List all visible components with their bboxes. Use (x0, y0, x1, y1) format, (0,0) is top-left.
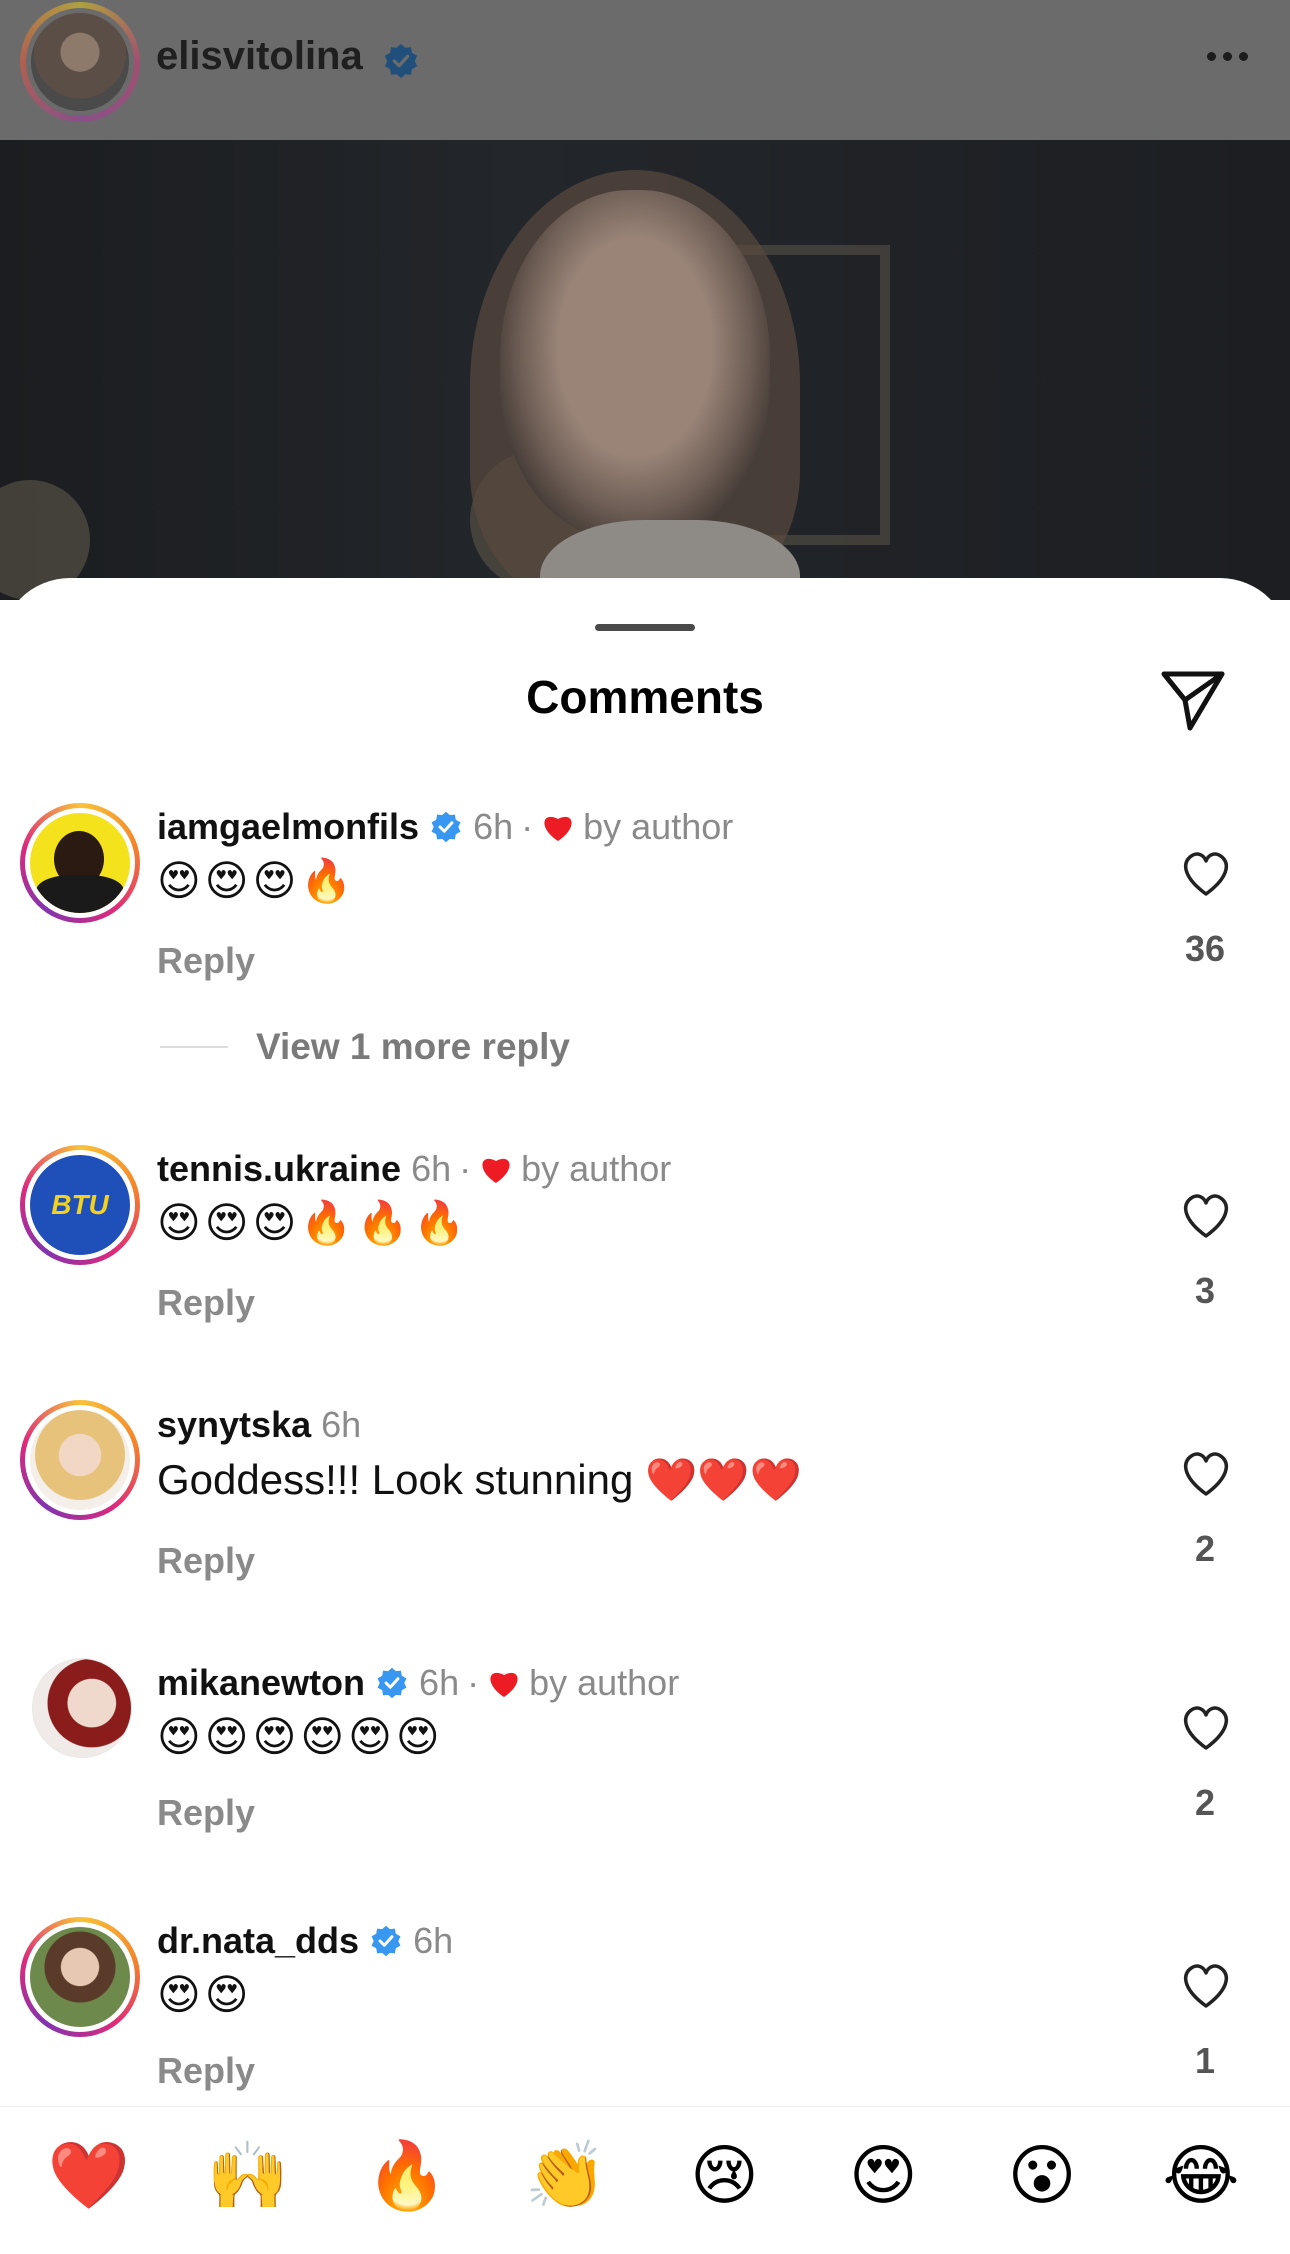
comment-text: 😍😍😍🔥 (157, 856, 357, 905)
reply-button[interactable]: Reply (157, 1282, 255, 1324)
reply-button[interactable]: Reply (157, 940, 255, 982)
verified-badge-icon (384, 43, 418, 79)
view-more-replies-button[interactable]: View 1 more reply (160, 1026, 570, 1068)
emoji-heart-eyes-button[interactable]: 😍 (828, 2121, 938, 2231)
comment-time: 6h (419, 1662, 460, 1703)
liked-by-author-heart-icon (544, 816, 572, 841)
emoji-crying-face-button[interactable]: 😢 (669, 2121, 779, 2231)
view-more-replies-label: View 1 more reply (256, 1026, 570, 1067)
like-heart-icon[interactable] (1180, 1962, 1232, 2010)
more-options-icon[interactable] (1207, 52, 1248, 61)
comment-time: 6h (473, 806, 514, 847)
emoji-clapping-hands-button[interactable]: 👏 (511, 2121, 621, 2231)
comment-username[interactable]: tennis.ukraine (157, 1148, 401, 1190)
like-heart-icon[interactable] (1180, 1450, 1232, 1498)
comment-username[interactable]: iamgaelmonfils (157, 806, 419, 848)
comment-time: 6h (411, 1148, 452, 1189)
comment-text: Goddess!!! Look stunning ❤️❤️❤️ (157, 1456, 802, 1503)
emoji-fire-button[interactable]: 🔥 (352, 2121, 462, 2231)
by-author-label: by author (521, 1148, 672, 1189)
comment-meta: dr.nata_dds 6h (157, 1920, 453, 1962)
post-header: elisvitolina (0, 0, 1290, 140)
emoji-red-heart-button[interactable]: ❤️ (34, 2121, 144, 2231)
like-count: 3 (1194, 1270, 1216, 1311)
comment-text: 😍😍 (157, 1970, 253, 2019)
post-author-username[interactable]: elisvitolina (156, 34, 363, 79)
share-send-icon[interactable] (1158, 664, 1228, 734)
comment-meta: mikanewton 6h · by author (157, 1662, 680, 1704)
comment-username[interactable]: mikanewton (157, 1662, 365, 1704)
comment-time: 6h (413, 1920, 454, 1961)
emoji-raising-hands-button[interactable]: 🙌 (193, 2121, 303, 2231)
like-count: 1 (1194, 2040, 1216, 2081)
reply-button[interactable]: Reply (157, 2050, 255, 2092)
comment-username[interactable]: synytska (157, 1404, 311, 1446)
comment-meta: iamgaelmonfils 6h · by author (157, 806, 734, 848)
emoji-joy-face-button[interactable]: 😂 (1146, 2121, 1256, 2231)
post-photo (0, 140, 1290, 600)
like-heart-icon[interactable] (1180, 1192, 1232, 1240)
like-heart-icon[interactable] (1180, 1704, 1232, 1752)
comment-meta: tennis.ukraine 6h · by author (157, 1148, 672, 1190)
like-count: 2 (1194, 1528, 1216, 1569)
commenter-avatar[interactable] (20, 803, 140, 923)
by-author-label: by author (583, 806, 734, 847)
like-count: 2 (1194, 1782, 1216, 1823)
like-count: 36 (1184, 928, 1226, 969)
post-author-avatar[interactable] (20, 2, 140, 122)
commenter-avatar[interactable] (32, 1658, 132, 1758)
by-author-label: by author (529, 1662, 680, 1703)
verified-badge-icon (431, 811, 461, 843)
emoji-surprised-face-button[interactable]: 😮 (987, 2121, 1097, 2231)
liked-by-author-heart-icon (482, 1158, 510, 1183)
liked-by-author-heart-icon (490, 1672, 518, 1697)
sheet-grabber[interactable] (595, 624, 695, 631)
emoji-quick-bar: ❤️ 🙌 🔥 👏 😢 😍 😮 😂 (0, 2106, 1290, 2254)
comment-meta: synytska 6h (157, 1404, 361, 1446)
comment-username[interactable]: dr.nata_dds (157, 1920, 359, 1962)
comment-text: 😍😍😍😍😍😍 (157, 1712, 444, 1761)
comment-time: 6h (321, 1404, 362, 1445)
reply-button[interactable]: Reply (157, 1540, 255, 1582)
reply-button[interactable]: Reply (157, 1792, 255, 1834)
commenter-avatar[interactable] (20, 1917, 140, 2037)
commenter-avatar[interactable] (20, 1400, 140, 1520)
comment-text: 😍😍😍🔥🔥🔥 (157, 1198, 470, 1247)
avatar-logo-text: BTU (51, 1189, 109, 1220)
sheet-title: Comments (526, 671, 764, 723)
verified-badge-icon (371, 1925, 401, 1957)
commenter-avatar[interactable]: BTU (20, 1145, 140, 1265)
like-heart-icon[interactable] (1180, 850, 1232, 898)
verified-badge-icon (377, 1667, 407, 1699)
